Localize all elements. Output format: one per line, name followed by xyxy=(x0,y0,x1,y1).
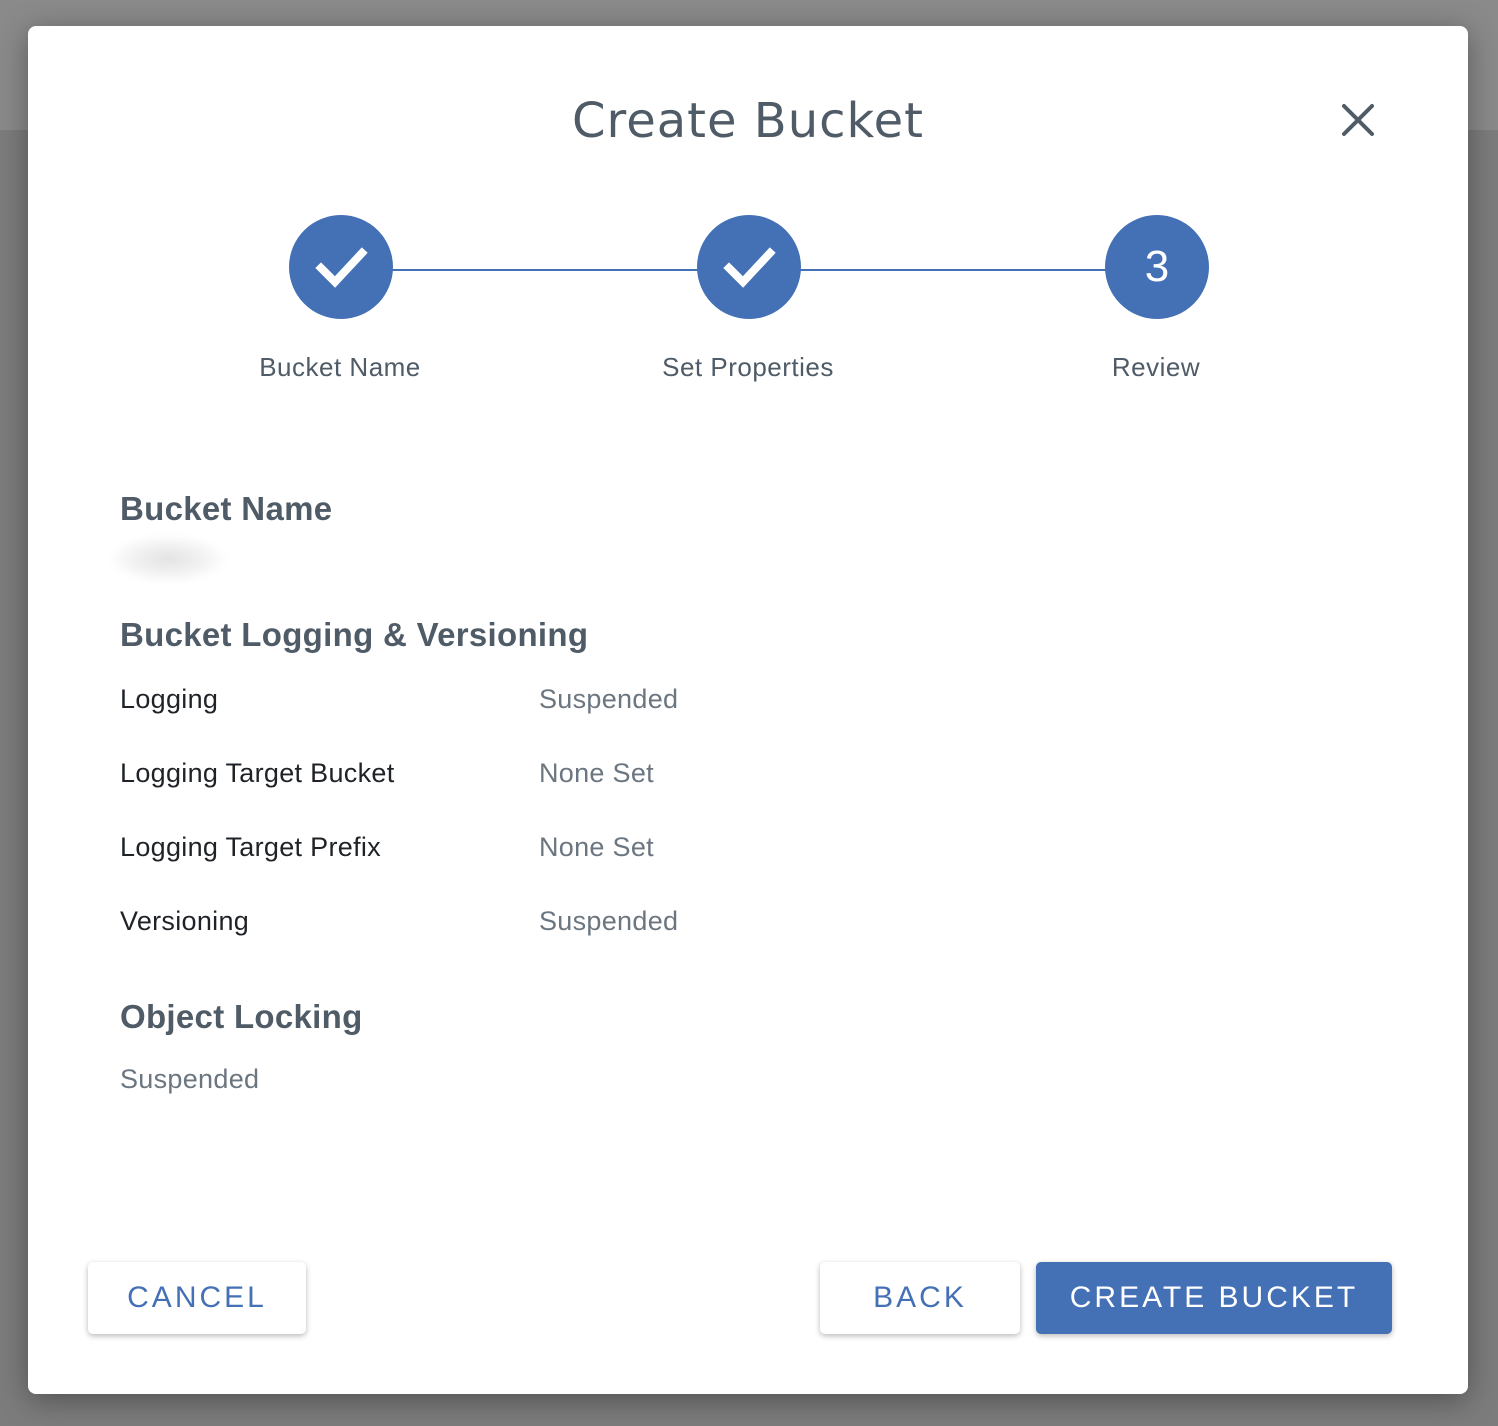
check-icon xyxy=(315,247,368,288)
versioning-label: Versioning xyxy=(120,906,250,936)
step-connector-1 xyxy=(392,269,698,271)
step-connector-2 xyxy=(800,269,1106,271)
step-1-circle[interactable] xyxy=(289,215,393,319)
logging-value: Suspended xyxy=(539,684,679,714)
create-bucket-button[interactable]: CREATE BUCKET xyxy=(1036,1262,1392,1334)
bucket-name-heading: Bucket Name xyxy=(120,490,333,527)
step-3-number: 3 xyxy=(1144,242,1170,291)
create-bucket-dialog: Create Bucket Bucket Name Set Properties… xyxy=(28,26,1468,1394)
logging-target-prefix-value: None Set xyxy=(539,832,654,862)
step-3-label: Review xyxy=(1111,352,1201,382)
cancel-button[interactable]: CANCEL xyxy=(88,1262,306,1334)
logging-target-bucket-value: None Set xyxy=(539,758,654,788)
logging-target-prefix-label: Logging Target Prefix xyxy=(120,832,381,862)
step-1-label: Bucket Name xyxy=(259,352,421,382)
object-locking-value: Suspended xyxy=(120,1064,260,1094)
dialog-title: Create Bucket xyxy=(572,93,924,149)
check-icon xyxy=(723,247,776,288)
object-locking-heading: Object Locking xyxy=(120,998,363,1035)
versioning-value: Suspended xyxy=(539,906,679,936)
logging-versioning-heading: Bucket Logging & Versioning xyxy=(120,616,589,653)
step-2-circle[interactable] xyxy=(697,215,801,319)
back-button[interactable]: BACK xyxy=(820,1262,1020,1334)
close-button[interactable] xyxy=(1336,98,1380,142)
logging-target-bucket-label: Logging Target Bucket xyxy=(120,758,395,788)
step-2-label: Set Properties xyxy=(662,352,834,382)
step-3-circle: 3 xyxy=(1105,215,1209,319)
close-icon xyxy=(1342,104,1374,136)
bucket-name-value-redacted xyxy=(112,536,224,582)
logging-label: Logging xyxy=(120,684,219,714)
